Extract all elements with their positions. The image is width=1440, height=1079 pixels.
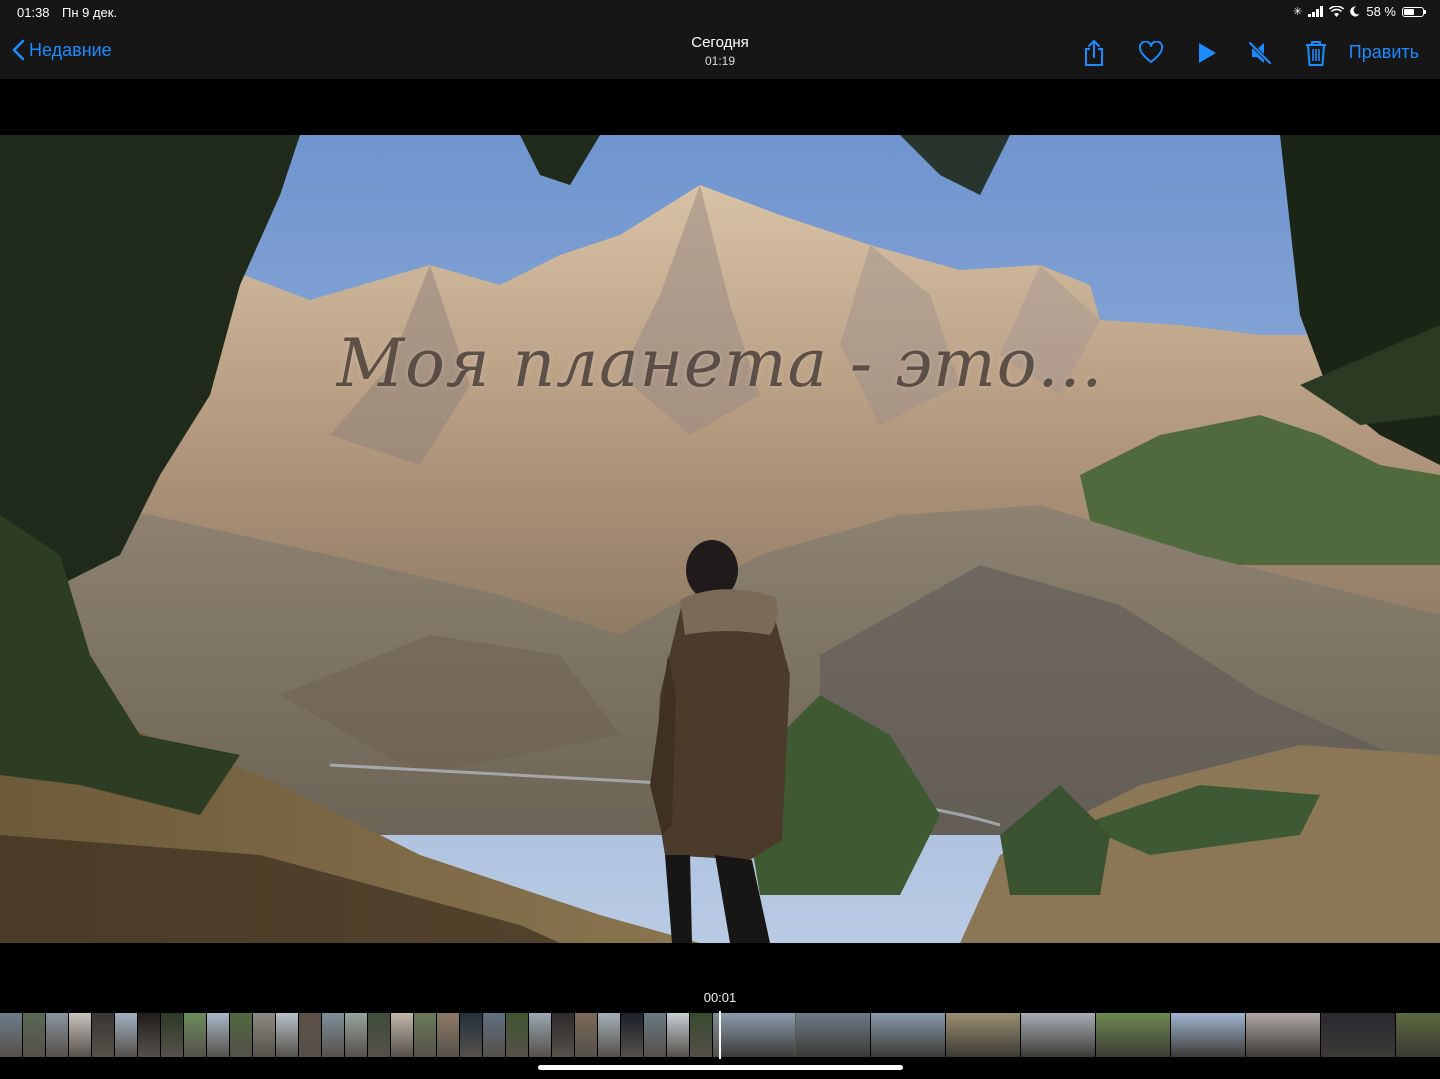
filmstrip-thumb[interactable] [230, 1013, 252, 1057]
video-frame [0, 135, 1440, 943]
battery-icon [1402, 6, 1426, 17]
filmstrip-thumb[interactable] [1246, 1013, 1320, 1057]
brightness-icon: ✳ [1293, 6, 1303, 18]
filmstrip-thumb[interactable] [437, 1013, 459, 1057]
filmstrip-thumb[interactable] [1396, 1013, 1440, 1057]
filmstrip-thumb[interactable] [1321, 1013, 1395, 1057]
filmstrip-thumb[interactable] [1021, 1013, 1095, 1057]
filmstrip-thumb[interactable] [46, 1013, 68, 1057]
filmstrip-thumb[interactable] [138, 1013, 160, 1057]
status-bar: 01:38 Пн 9 дек. ✳ 58 % [0, 0, 1440, 26]
filmstrip-thumb[interactable] [644, 1013, 666, 1057]
mute-button[interactable] [1245, 38, 1275, 68]
filmstrip-thumb[interactable] [721, 1013, 795, 1057]
filmstrip-thumb[interactable] [23, 1013, 45, 1057]
play-icon [1199, 43, 1216, 63]
filmstrip-thumb[interactable] [621, 1013, 643, 1057]
play-button[interactable] [1192, 38, 1222, 68]
filmstrip-thumb[interactable] [368, 1013, 390, 1057]
filmstrip-thumb[interactable] [1096, 1013, 1170, 1057]
filmstrip-thumb[interactable] [207, 1013, 229, 1057]
scrubber-playhead[interactable] [719, 1011, 721, 1059]
video-player[interactable]: Моя планета - это... [0, 135, 1440, 943]
filmstrip-thumb[interactable] [414, 1013, 436, 1057]
filmstrip-thumb[interactable] [460, 1013, 482, 1057]
filmstrip-thumb[interactable] [598, 1013, 620, 1057]
favorite-button[interactable] [1136, 38, 1166, 68]
battery-percent: 58 % [1366, 4, 1396, 19]
filmstrip-thumb[interactable] [322, 1013, 344, 1057]
status-time: 01:38 [17, 5, 50, 20]
nav-bar: Недавние Сегодня 01:19 Править [0, 26, 1440, 79]
filmstrip-thumb[interactable] [871, 1013, 945, 1057]
filmstrip-thumb[interactable] [92, 1013, 114, 1057]
filmstrip-thumb[interactable] [529, 1013, 551, 1057]
filmstrip-thumb[interactable] [69, 1013, 91, 1057]
trash-icon [1306, 41, 1326, 66]
filmstrip-thumb[interactable] [253, 1013, 275, 1057]
filmstrip-thumb[interactable] [0, 1013, 22, 1057]
heart-icon [1138, 41, 1164, 63]
mute-icon [1248, 41, 1272, 65]
filmstrip-thumb[interactable] [690, 1013, 712, 1057]
filmstrip-thumb[interactable] [483, 1013, 505, 1057]
filmstrip-thumb[interactable] [299, 1013, 321, 1057]
delete-button[interactable] [1301, 38, 1331, 68]
wifi-icon [1329, 6, 1345, 17]
filmstrip-thumb[interactable] [1171, 1013, 1245, 1057]
filmstrip-thumb[interactable] [796, 1013, 870, 1057]
status-right: ✳ 58 % [1293, 4, 1426, 19]
edit-button[interactable]: Править [1349, 42, 1419, 63]
filmstrip-thumb[interactable] [667, 1013, 689, 1057]
moon-icon [1350, 6, 1360, 17]
filmstrip-thumb[interactable] [161, 1013, 183, 1057]
filmstrip-thumb[interactable] [506, 1013, 528, 1057]
filmstrip-thumb[interactable] [946, 1013, 1020, 1057]
home-indicator [538, 1065, 903, 1070]
share-icon [1085, 40, 1103, 66]
filmstrip-thumb[interactable] [575, 1013, 597, 1057]
filmstrip-thumb[interactable] [552, 1013, 574, 1057]
filmstrip-thumb[interactable] [345, 1013, 367, 1057]
signal-icon [1308, 6, 1324, 17]
filmstrip-thumb[interactable] [391, 1013, 413, 1057]
filmstrip-thumb[interactable] [115, 1013, 137, 1057]
video-overlay-text: Моя планета - это... [336, 325, 1104, 402]
filmstrip-thumb[interactable] [276, 1013, 298, 1057]
scrubber-timecode: 00:01 [703, 990, 737, 1005]
share-button[interactable] [1079, 38, 1109, 68]
status-date: Пн 9 дек. [62, 5, 118, 20]
filmstrip-thumb[interactable] [184, 1013, 206, 1057]
